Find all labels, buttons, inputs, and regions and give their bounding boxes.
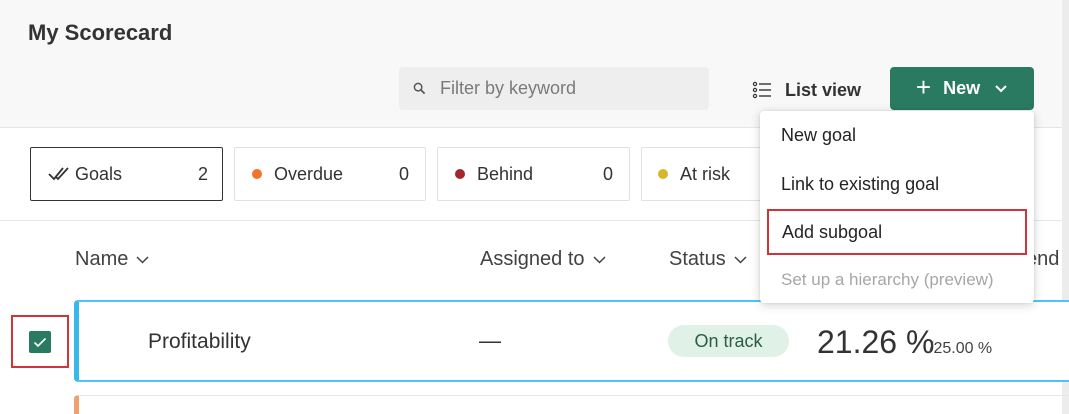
- chevron-down-icon: [136, 255, 149, 264]
- filter-at-risk[interactable]: At risk: [641, 147, 771, 201]
- filter-label: At risk: [680, 163, 731, 184]
- chevron-down-icon: [995, 84, 1007, 92]
- new-button[interactable]: + New: [890, 67, 1034, 110]
- new-dropdown-menu: New goal Link to existing goal Add subgo…: [760, 111, 1034, 303]
- double-check-icon: [48, 167, 69, 181]
- row-checkbox-highlight: [11, 315, 69, 368]
- search-box[interactable]: [399, 67, 709, 110]
- new-button-label: New: [943, 78, 981, 98]
- filter-behind[interactable]: Behind 0: [437, 147, 630, 201]
- column-label: Name: [75, 248, 129, 270]
- chevron-down-icon: [592, 255, 606, 264]
- list-icon: [752, 81, 771, 99]
- goal-name[interactable]: Profitability: [148, 330, 251, 354]
- plus-icon: +: [915, 72, 932, 102]
- menu-item-set-up-hierarchy: Set up a hierarchy (preview): [781, 270, 994, 289]
- search-icon: [413, 82, 426, 95]
- row-checkbox[interactable]: [29, 331, 51, 353]
- column-header-assigned[interactable]: Assigned to: [480, 248, 606, 271]
- filter-count: 0: [398, 163, 409, 184]
- checkmark-icon: [33, 337, 47, 347]
- target-value: /25.00 %: [929, 340, 993, 357]
- column-header-name[interactable]: Name: [75, 248, 149, 271]
- behind-dot-icon: [455, 169, 465, 179]
- chevron-down-icon: [734, 255, 747, 264]
- menu-item-link-existing-goal[interactable]: Link to existing goal: [760, 161, 1034, 207]
- filter-goals[interactable]: Goals 2: [30, 147, 223, 201]
- column-label: Assigned to: [480, 248, 585, 270]
- column-label: Status: [669, 248, 726, 270]
- table-row[interactable]: [74, 395, 1069, 414]
- list-view-button[interactable]: List view: [752, 75, 861, 105]
- status-badge[interactable]: On track: [668, 325, 789, 357]
- filter-label: Overdue: [274, 163, 344, 184]
- menu-item-new-goal[interactable]: New goal: [760, 112, 1034, 158]
- filter-overdue[interactable]: Overdue 0: [234, 147, 426, 201]
- filter-label: Goals: [75, 163, 123, 184]
- overdue-dot-icon: [252, 169, 262, 179]
- assigned-to-value[interactable]: —: [479, 328, 501, 354]
- filter-count: 2: [197, 163, 208, 184]
- filter-count: 0: [602, 163, 613, 184]
- filter-label: Behind: [477, 163, 534, 184]
- at-risk-dot-icon: [658, 169, 668, 179]
- current-value[interactable]: 21.26 %: [817, 324, 934, 361]
- column-header-status[interactable]: Status: [669, 248, 747, 271]
- list-view-label: List view: [785, 79, 862, 100]
- search-input[interactable]: [440, 78, 690, 99]
- page-title: My Scorecard: [28, 20, 173, 45]
- menu-item-add-subgoal[interactable]: Add subgoal: [767, 209, 1027, 255]
